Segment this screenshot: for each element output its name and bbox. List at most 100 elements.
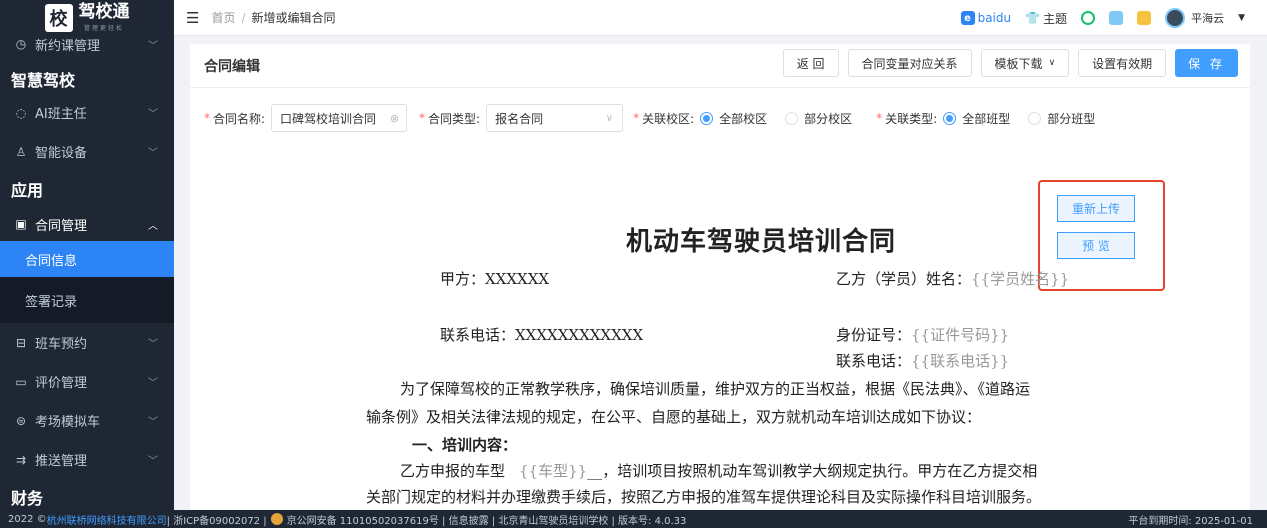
save-button[interactable]: 保 存 bbox=[1175, 49, 1238, 77]
sidebar-item-contracts[interactable]: ▣ 合同管理 ︿ bbox=[0, 207, 174, 241]
radio-all-campus[interactable]: 全部校区 bbox=[700, 110, 767, 127]
radio-checked-icon bbox=[700, 111, 714, 125]
phone-a: 联系电话：XXXXXXXXXXXX bbox=[440, 326, 644, 344]
car-icon: ⊜ bbox=[15, 413, 27, 428]
footer-expire-date: 平台到期时间: 2025-01-01 bbox=[1128, 515, 1253, 527]
footer: 2022 © 杭州联桥网络科技有限公司 | 浙ICP备09002072 | 京公… bbox=[0, 510, 1267, 528]
sidebar-item-devices[interactable]: ♙ 智能设备 ﹀ bbox=[0, 132, 174, 171]
radio-label: 全部校区 bbox=[719, 111, 768, 126]
sidebar-item-sign-records[interactable]: 签署记录 bbox=[0, 277, 174, 323]
class-type-label: 关联类型: bbox=[885, 111, 938, 126]
shirt-icon: 👕 bbox=[1025, 11, 1041, 25]
note-icon[interactable] bbox=[1137, 11, 1152, 25]
section-smart-school: 智慧驾校 bbox=[11, 70, 76, 90]
id-variable: {{证件号码}} bbox=[911, 326, 1010, 344]
sidebar-item-label: 合同管理 bbox=[35, 218, 88, 234]
chevron-down-icon: ﹀ bbox=[148, 417, 158, 428]
comment-icon: ▭ bbox=[15, 374, 27, 389]
header-buttons: 返 回 合同变量对应关系 模板下载 ∨ 设置有效期 保 存 bbox=[782, 49, 1238, 77]
baidu-link[interactable]: e baidu bbox=[960, 11, 1012, 25]
radio-part-class[interactable]: 部分班型 bbox=[1028, 110, 1095, 127]
sidebar-item-bus[interactable]: ⊟ 班车预约 ﹀ bbox=[0, 323, 174, 362]
name-label: 合同名称: bbox=[213, 111, 266, 126]
chevron-down-icon: ﹀ bbox=[148, 40, 158, 52]
contract-editor-card: 合同编辑 返 回 合同变量对应关系 模板下载 ∨ 设置有效期 保 存 * 合同名称:… bbox=[190, 44, 1250, 510]
logo-text: 驾校通 bbox=[78, 2, 130, 22]
sidebar: 校 驾校通 管理更轻松 ◷ 新约课管理 ﹀ 智慧驾校 ◌ AI班主任 ﹀ ♙ 智… bbox=[0, 0, 174, 510]
caret-down-icon: ▼ bbox=[1238, 13, 1245, 23]
footer-icp[interactable]: | 浙ICP备09002072 | bbox=[167, 512, 267, 527]
sidebar-item-push[interactable]: ⇉ 推送管理 ﹀ bbox=[0, 440, 174, 479]
sidebar-item-label: 新约课管理 bbox=[35, 38, 101, 54]
party-b: 乙方（学员）姓名：{{学员姓名}} bbox=[836, 268, 1069, 289]
menu-toggle-icon[interactable]: ☰ bbox=[186, 9, 199, 27]
logo-subtitle: 管理更轻松 bbox=[83, 25, 124, 32]
required-mark: * bbox=[876, 111, 883, 125]
sidebar-item-booking[interactable]: ◷ 新约课管理 ﹀ bbox=[0, 36, 174, 54]
push-icon: ⇉ bbox=[15, 452, 27, 467]
id-label: 身份证号： bbox=[836, 326, 912, 344]
contract-type-select[interactable]: 报名合同 ∨ bbox=[486, 104, 624, 132]
radio-label: 全部班型 bbox=[962, 111, 1011, 126]
baidu-icon: e bbox=[960, 11, 975, 25]
section-apps: 应用 bbox=[11, 181, 44, 200]
type-label: 合同类型: bbox=[428, 111, 481, 126]
sidebar-item-label: AI班主任 bbox=[35, 107, 87, 122]
radio-part-campus[interactable]: 部分校区 bbox=[785, 110, 852, 127]
footer-copyright: 2022 © bbox=[8, 513, 47, 525]
contract-icon: ▣ bbox=[15, 217, 27, 231]
paragraph-1: 为了保障驾校的正常教学秩序，确保培训质量，维护双方的正当权益，根据《民法典》、《… bbox=[400, 380, 1031, 398]
campus-label: 关联校区: bbox=[642, 111, 695, 126]
baidu-label: baidu bbox=[977, 11, 1012, 25]
footer-police-record[interactable]: 京公网安备 11010502037619号 | 信息披露 | 北京青山驾驶员培训… bbox=[287, 512, 687, 527]
sidebar-item-label: 推送管理 bbox=[35, 454, 88, 469]
back-button[interactable]: 返 回 bbox=[782, 49, 839, 77]
chart-icon[interactable] bbox=[1109, 11, 1124, 25]
shield-icon[interactable] bbox=[1081, 11, 1096, 25]
id-number: 身份证号：{{证件号码}} bbox=[836, 324, 1009, 345]
paragraph-2: 输条例》及相关法律法规的规定，在公平、自愿的基础上，双方就机动车培训达成如下协议… bbox=[366, 408, 982, 426]
required-mark: * bbox=[633, 111, 640, 125]
footer-company-link[interactable]: 杭州联桥网络科技有限公司 bbox=[47, 512, 167, 527]
user-menu[interactable]: 平海云 ▼ bbox=[1165, 8, 1245, 28]
phone-b-variable: {{联系电话}} bbox=[911, 352, 1010, 370]
sidebar-item-label: 智能设备 bbox=[35, 146, 88, 161]
contract-name-value: 口碑驾校培训合同 bbox=[280, 111, 377, 126]
template-download-button[interactable]: 模板下载 ∨ bbox=[980, 49, 1070, 77]
chevron-down-icon: ﹀ bbox=[148, 109, 158, 120]
topbar-actions: e baidu 👕 主题 平海云 ▼ bbox=[960, 0, 1245, 36]
theme-button[interactable]: 👕 主题 bbox=[1025, 10, 1067, 27]
clear-icon[interactable]: ⊗ bbox=[390, 112, 399, 125]
party-b-variable: {{学员姓名}} bbox=[971, 270, 1070, 288]
contract-form-row: * 合同名称: 口碑驾校培训合同 ⊗ * 合同类型: 报名合同 ∨ * 关联校区: 全部校… bbox=[204, 104, 1113, 132]
clock-icon: ◷ bbox=[15, 37, 27, 51]
party-b-label: 乙方（学员）姓名： bbox=[836, 270, 972, 288]
required-mark: * bbox=[204, 111, 210, 125]
radio-label: 部分班型 bbox=[1047, 111, 1096, 126]
radio-unchecked-icon bbox=[1028, 111, 1042, 125]
radio-checked-icon bbox=[943, 111, 957, 125]
chevron-down-icon: ∨ bbox=[1048, 58, 1056, 68]
sidebar-item-label: 班车预约 bbox=[35, 337, 88, 352]
radio-unchecked-icon bbox=[785, 111, 799, 125]
bus-icon: ⊟ bbox=[15, 335, 27, 350]
sidebar-item-ai[interactable]: ◌ AI班主任 ﹀ bbox=[0, 93, 174, 132]
radio-all-class[interactable]: 全部班型 bbox=[943, 110, 1010, 127]
sidebar-item-reviews[interactable]: ▭ 评价管理 ﹀ bbox=[0, 362, 174, 401]
card-header: 合同编辑 返 回 合同变量对应关系 模板下载 ∨ 设置有效期 保 存 bbox=[190, 44, 1250, 88]
user-name: 平海云 bbox=[1191, 12, 1225, 25]
preview-button[interactable]: 预 览 bbox=[1057, 232, 1135, 259]
reupload-button[interactable]: 重新上传 bbox=[1057, 195, 1135, 222]
topbar: ☰ 首页 / 新增或编辑合同 e baidu 👕 主题 平海云 ▼ bbox=[174, 0, 1267, 36]
set-validity-button[interactable]: 设置有效期 bbox=[1078, 49, 1167, 77]
page-title: 合同编辑 bbox=[204, 58, 260, 75]
avatar bbox=[1165, 8, 1186, 28]
breadcrumb: 首页 / 新增或编辑合同 bbox=[211, 11, 336, 25]
breadcrumb-home[interactable]: 首页 bbox=[211, 11, 235, 25]
contract-name-input[interactable]: 口碑驾校培训合同 ⊗ bbox=[271, 104, 408, 132]
variable-mapping-button[interactable]: 合同变量对应关系 bbox=[847, 49, 972, 77]
chevron-down-icon: ﹀ bbox=[148, 339, 158, 350]
chevron-down-icon: ﹀ bbox=[148, 378, 158, 389]
sidebar-item-contract-info[interactable]: 合同信息 bbox=[0, 241, 174, 277]
sidebar-item-exam-car[interactable]: ⊜ 考场模拟车 ﹀ bbox=[0, 401, 174, 440]
